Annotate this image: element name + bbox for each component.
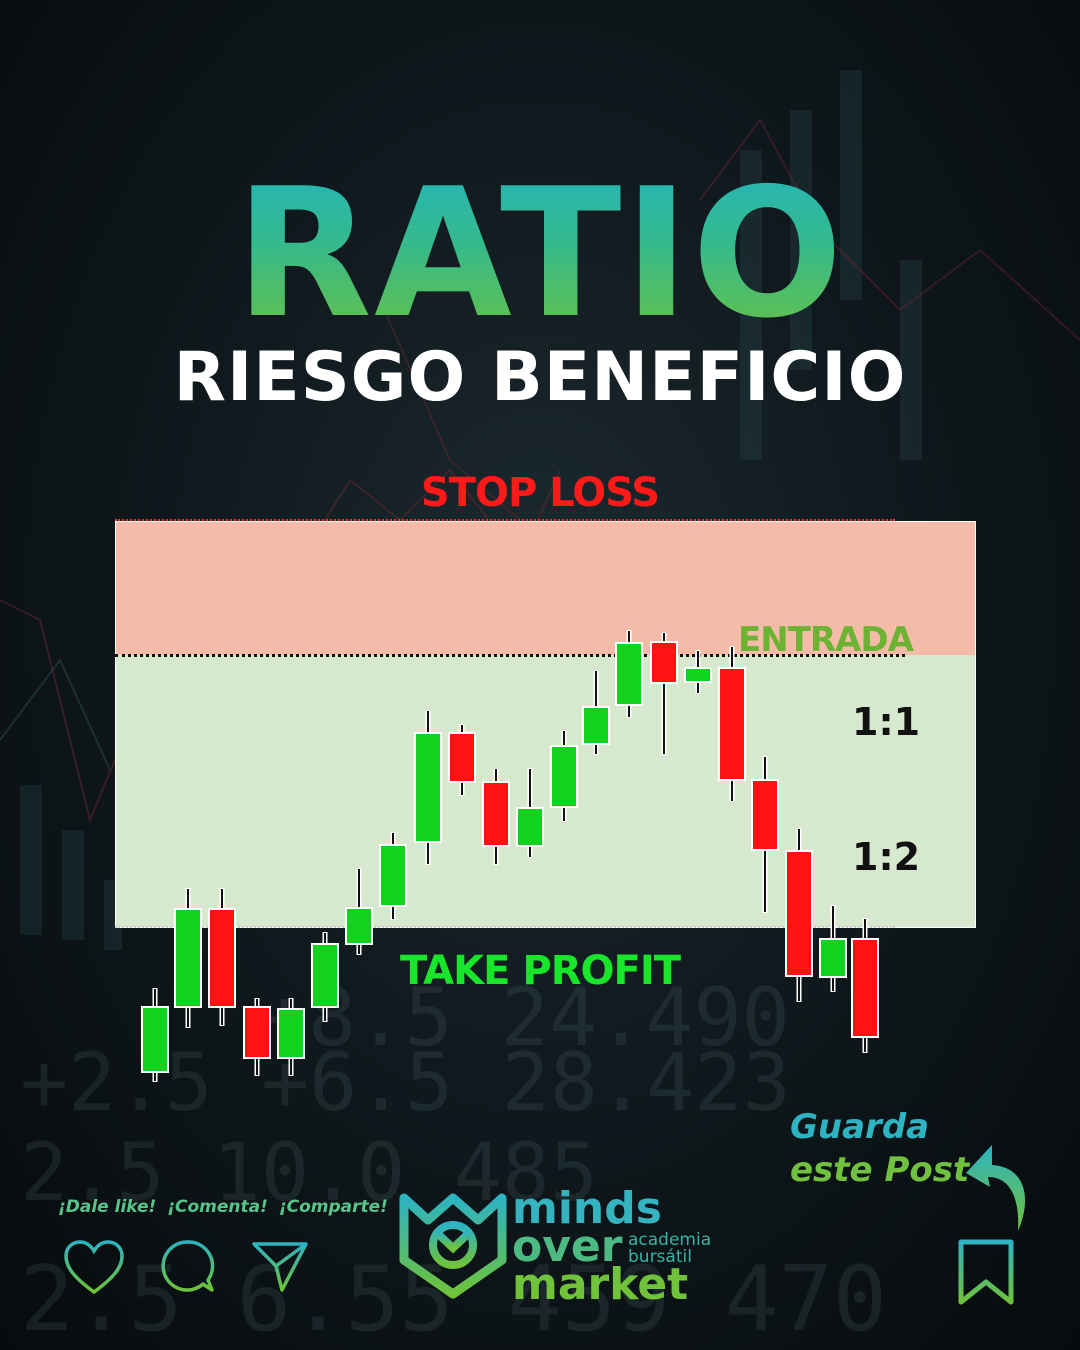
bullish-candle-body	[345, 907, 373, 945]
candle	[615, 630, 643, 718]
heart-icon[interactable]	[62, 1238, 126, 1296]
take-profit-label: TAKE PROFIT	[400, 948, 681, 994]
entry-label: ENTRADA	[738, 620, 914, 660]
ratio-1-1-label: 1:1	[852, 700, 921, 744]
candle	[482, 768, 510, 865]
comment-icon[interactable]	[158, 1238, 216, 1296]
candle	[582, 670, 610, 755]
candle	[379, 832, 407, 920]
candle	[684, 650, 712, 694]
social-cta: ¡Dale like! ¡Comenta! ¡Comparte!	[58, 1197, 399, 1217]
brand-tagline: academia bursátil	[628, 1232, 711, 1266]
candle	[650, 632, 678, 755]
bookmark-icon[interactable]	[956, 1238, 1016, 1308]
save-post-cta: Guarda este Post	[790, 1106, 969, 1192]
like-text: ¡Dale like!	[58, 1197, 157, 1217]
bearish-candle-body	[243, 1006, 271, 1059]
bullish-candle-body	[516, 807, 544, 847]
bearish-candle-body	[718, 667, 746, 781]
candle	[751, 756, 779, 913]
candle	[141, 988, 169, 1082]
save-cta-line2: este Post	[790, 1150, 970, 1190]
brand-line-market: market	[512, 1259, 689, 1310]
bearish-candle-body	[751, 779, 779, 851]
candle	[516, 768, 544, 858]
candle	[243, 998, 271, 1076]
ratio-1-2-label: 1:2	[852, 835, 921, 879]
bullish-candle-body	[414, 732, 442, 843]
bearish-candle-body	[650, 641, 678, 684]
bullish-candle-body	[582, 706, 610, 745]
share-text: ¡Comparte!	[278, 1197, 388, 1217]
candle	[414, 710, 442, 865]
candle	[345, 868, 373, 955]
bullish-candle-body	[277, 1008, 305, 1059]
brand-tagline-2: bursátil	[628, 1247, 692, 1267]
candle	[550, 730, 578, 822]
save-cta-line1: Guarda	[790, 1107, 930, 1147]
candle	[448, 724, 476, 796]
bearish-candle-body	[448, 732, 476, 783]
bearish-candle-body	[482, 781, 510, 847]
candle	[718, 646, 746, 802]
send-icon[interactable]	[250, 1238, 310, 1294]
share-arrow-icon	[966, 1145, 1026, 1231]
bullish-candle-body	[615, 642, 643, 706]
bullish-candle-body	[684, 667, 712, 683]
candle	[277, 998, 305, 1076]
bullish-candle-body	[550, 745, 578, 808]
brand-logo-icon	[399, 1193, 507, 1299]
bullish-candle-body	[379, 844, 407, 907]
post-canvas: +2.5 +6.5 28.423 +8.5 24.490 2.5 10.0 48…	[0, 0, 1080, 1350]
bullish-candle-body	[141, 1006, 169, 1073]
comment-text: ¡Comenta!	[167, 1197, 268, 1217]
